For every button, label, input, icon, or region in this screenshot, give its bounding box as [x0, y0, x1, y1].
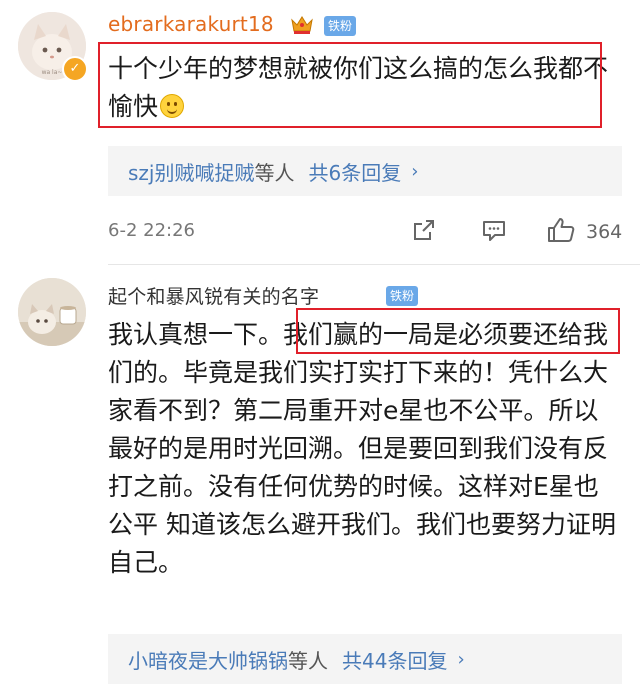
fan-badge: 铁粉 — [386, 286, 419, 306]
highlight-box — [296, 308, 620, 354]
reply-others-label: 等人 — [254, 160, 295, 185]
share-icon — [410, 216, 438, 248]
fan-badge: 铁粉 — [324, 16, 357, 36]
reply-count-link[interactable]: 共6条回复 — [308, 157, 401, 186]
verified-check-icon: ✓ — [62, 56, 88, 82]
timestamp: 6-2 22:26 — [108, 220, 195, 241]
chevron-right-icon: › — [457, 648, 465, 670]
reply-user-link[interactable]: 小暗夜是大帅锅锅 — [128, 645, 288, 674]
comment-meta: 6-2 22:26 364 — [108, 218, 622, 248]
reply-summary[interactable]: 小暗夜是大帅锅锅 等人 共44条回复 › — [108, 634, 622, 684]
thumbs-up-icon — [546, 216, 576, 248]
highlight-box — [98, 42, 602, 128]
username[interactable]: 起个和暴风锐有关的名字 — [108, 282, 319, 309]
like-button[interactable]: 364 — [546, 218, 622, 246]
chevron-right-icon: › — [411, 160, 419, 182]
reply-summary[interactable]: szj别贼喊捉贼 等人 共6条回复 › — [108, 146, 622, 196]
like-count: 364 — [586, 221, 623, 243]
avatar[interactable] — [18, 278, 86, 346]
comment-text: 我认真想一下。我们赢的一局是必须要还给我们的。毕竟是我们实打实打下来的！凭什么大… — [108, 320, 616, 577]
divider — [108, 264, 640, 265]
reply-button[interactable] — [480, 218, 508, 246]
vip-crown-icon — [290, 14, 314, 36]
reply-count-link[interactable]: 共44条回复 — [342, 645, 447, 674]
reply-user-link[interactable]: szj别贼喊捉贼 — [128, 157, 254, 186]
reply-others-label: 等人 — [288, 648, 328, 673]
username[interactable]: ebrarkarakurt18 — [108, 12, 274, 36]
svg-text:wa la~: wa la~ — [42, 69, 63, 76]
share-button[interactable] — [410, 218, 438, 246]
comment-icon — [480, 216, 508, 248]
